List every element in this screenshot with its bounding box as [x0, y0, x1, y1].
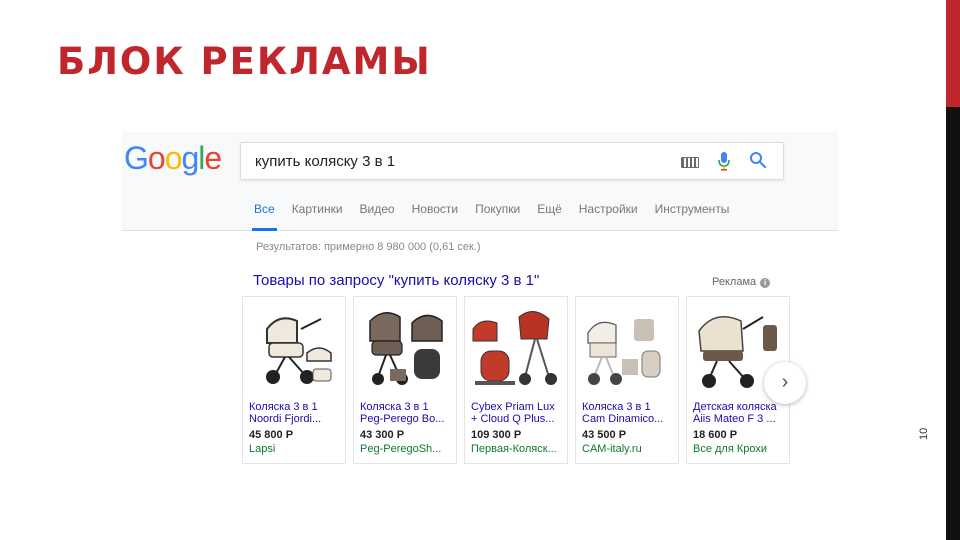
tab-settings[interactable]: Настройки [579, 202, 638, 230]
product-title[interactable]: Cybex Priam Lux [471, 401, 563, 413]
tab-news[interactable]: Новости [412, 202, 458, 230]
product-title[interactable]: Коляска 3 в 1 [360, 401, 452, 413]
product-store: Все для Крохи [693, 443, 768, 455]
chevron-right-icon: › [781, 371, 789, 393]
logo-letter: o [147, 140, 166, 176]
logo-letter: e [204, 140, 222, 176]
accent-bar [946, 0, 960, 107]
search-tabs: Все Картинки Видео Новости Покупки Ещё Н… [252, 202, 746, 231]
tab-video[interactable]: Видео [360, 202, 395, 230]
logo-letter: o [164, 140, 183, 176]
search-header: Google Все Картинки Видео Новости Покупк… [122, 132, 838, 231]
microphone-icon[interactable] [717, 151, 731, 171]
product-price: 109 300 Р [471, 429, 522, 441]
product-title[interactable]: Коляска 3 в 1 [249, 401, 341, 413]
product-price: 18 600 Р [693, 429, 738, 441]
product-price: 45 800 Р [249, 429, 294, 441]
product-card[interactable]: Коляска 3 в 1 Peg-Perego Bo... 43 300 Р … [353, 296, 457, 464]
search-icon[interactable] [749, 151, 767, 169]
product-card[interactable]: Cybex Priam Lux + Cloud Q Plus... 109 30… [464, 296, 568, 464]
product-title[interactable]: Cam Dinamico... [582, 413, 674, 425]
google-screenshot: Google Все Картинки Видео Новости Покупк… [122, 132, 838, 467]
tab-all[interactable]: Все [252, 202, 277, 231]
tab-more[interactable]: Ещё [537, 202, 562, 230]
carousel-next-button[interactable]: › [764, 362, 806, 404]
ad-label[interactable]: Реклама i [712, 276, 771, 288]
product-store: CAM-italy.ru [582, 443, 642, 455]
search-input[interactable] [255, 143, 665, 179]
tab-shopping[interactable]: Покупки [475, 202, 520, 230]
stroller-image[interactable] [245, 299, 343, 395]
product-card[interactable]: Коляска 3 в 1 Cam Dinamico... 43 500 Р C… [575, 296, 679, 464]
stroller-image[interactable] [467, 299, 565, 395]
product-title[interactable]: Aiis Mateo F 3 ... [693, 413, 785, 425]
logo-letter: G [124, 140, 149, 176]
stroller-image[interactable] [356, 299, 454, 395]
page-number: 10 [918, 427, 930, 440]
product-card[interactable]: Коляска 3 в 1 Noordi Fjordi... 45 800 Р … [242, 296, 346, 464]
tab-images[interactable]: Картинки [292, 202, 343, 230]
stroller-image[interactable] [578, 299, 676, 395]
info-icon[interactable]: i [760, 278, 771, 288]
product-price: 43 500 Р [582, 429, 627, 441]
side-divider [946, 107, 960, 540]
product-store: Peg-PeregoSh... [360, 443, 442, 455]
product-title[interactable]: Peg-Perego Bo... [360, 413, 452, 425]
product-price: 43 300 Р [360, 429, 405, 441]
ads-heading[interactable]: Товары по запросу "купить коляску 3 в 1" [253, 272, 539, 289]
result-stats: Результатов: примерно 8 980 000 (0,61 се… [256, 241, 481, 253]
logo-letter: g [181, 140, 199, 176]
search-box [240, 142, 784, 180]
product-store: Lapsi [249, 443, 276, 455]
slide-title: БЛОК РЕКЛАМЫ [57, 40, 432, 83]
product-title[interactable]: Noordi Fjordi... [249, 413, 341, 425]
product-title[interactable]: + Cloud Q Plus... [471, 413, 563, 425]
product-title[interactable]: Детская коляска [693, 401, 785, 413]
product-title[interactable]: Коляска 3 в 1 [582, 401, 674, 413]
product-store: Первая-Коляск... [471, 443, 557, 455]
google-logo[interactable]: Google [124, 140, 222, 177]
product-carousel: Коляска 3 в 1 Noordi Fjordi... 45 800 Р … [242, 296, 797, 464]
keyboard-icon[interactable] [681, 157, 699, 168]
ad-label-text: Реклама [712, 276, 757, 288]
tab-tools[interactable]: Инструменты [655, 202, 730, 230]
